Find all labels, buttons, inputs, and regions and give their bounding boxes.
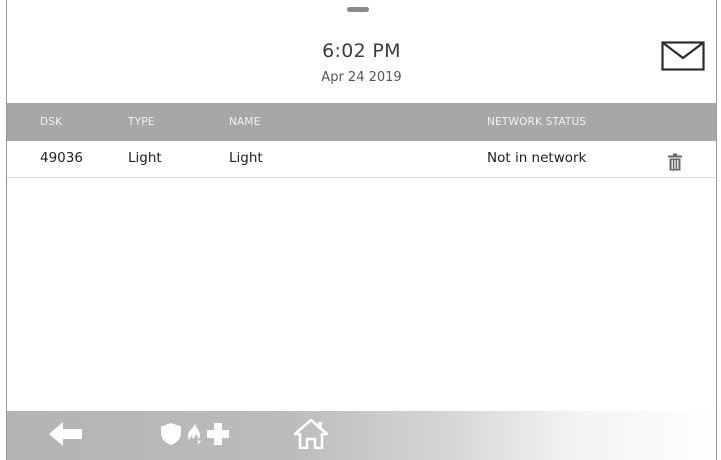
trash-icon — [667, 150, 683, 185]
clock-time: 6:02 PM — [322, 40, 401, 62]
table-row[interactable]: 49036 Light Light Not in network — [7, 141, 716, 178]
medical-cross-icon — [206, 422, 229, 449]
back-button[interactable] — [41, 411, 91, 460]
pull-down-handle[interactable] — [347, 7, 369, 12]
emergency-button[interactable] — [139, 411, 249, 460]
shield-icon — [160, 422, 182, 450]
device-table-header: DSK TYPE NAME NETWORK STATUS — [7, 103, 716, 141]
back-arrow-icon — [49, 421, 83, 450]
bottom-nav-bar — [7, 411, 716, 460]
home-button[interactable] — [283, 411, 339, 460]
delete-device-button[interactable] — [667, 150, 683, 171]
column-header-type: TYPE — [128, 116, 155, 128]
device-screen: 6:02 PM Apr 24 2019 DSK TYPE NAME NETWOR… — [6, 0, 717, 460]
fire-icon — [187, 423, 203, 449]
column-header-dsk: DSK — [40, 116, 63, 128]
cell-name: Light — [229, 150, 263, 166]
column-header-name: NAME — [229, 116, 261, 128]
cell-type: Light — [128, 150, 162, 166]
column-header-network-status: NETWORK STATUS — [487, 116, 587, 128]
envelope-icon — [661, 41, 705, 75]
cell-network-status: Not in network — [487, 150, 587, 166]
messages-button[interactable] — [653, 32, 713, 84]
clock-date: Apr 24 2019 — [321, 70, 402, 85]
home-icon — [293, 418, 329, 453]
cell-dsk: 49036 — [40, 150, 83, 166]
